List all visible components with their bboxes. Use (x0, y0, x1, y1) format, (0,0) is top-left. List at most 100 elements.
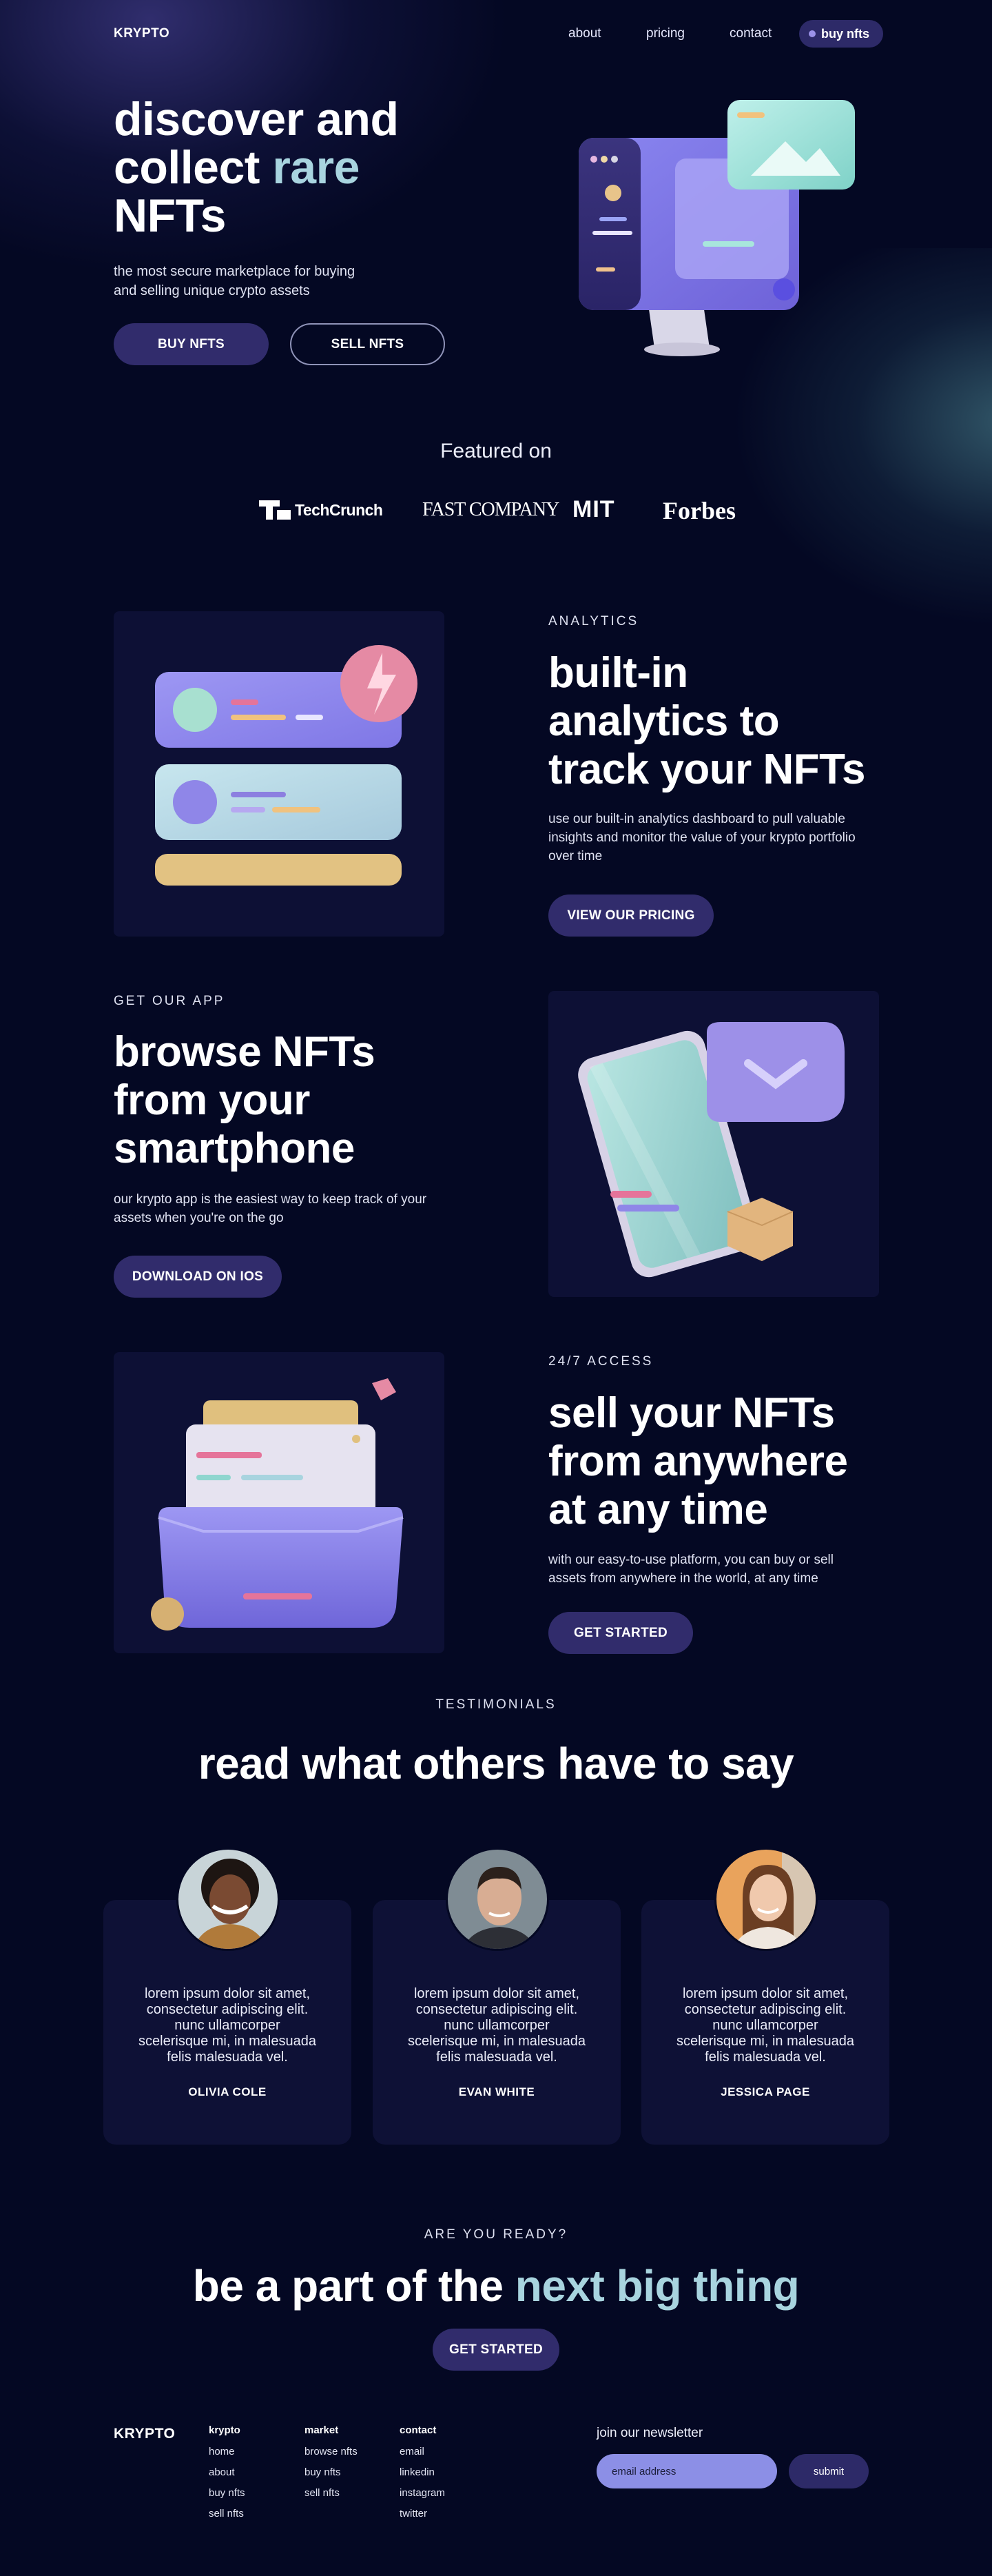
hero-title-text: collect (114, 141, 273, 194)
analytics-body-line: over time (548, 849, 603, 863)
person-avatar-icon (178, 1850, 278, 1949)
footer-link-sell-nfts[interactable]: sell nfts (209, 2508, 245, 2519)
testimonials-eyebrow: TESTIMONIALS (435, 1697, 557, 1712)
hero-title-line: NFTs (114, 190, 226, 242)
person-avatar-icon (448, 1850, 547, 1949)
app-title-line: from your (114, 1076, 310, 1124)
access-title: sell your NFTs from anywhere at any time (548, 1389, 848, 1534)
testimonial-text: lorem ipsum dolor sit amet, consectetur … (641, 1986, 889, 2065)
testimonial-text-line: felis malesuada vel. (436, 2049, 557, 2065)
nav-logo[interactable]: KRYPTO (114, 26, 169, 41)
footer-column-heading: contact (400, 2424, 437, 2436)
testimonial-name: OLIVIA COLE (188, 2085, 267, 2098)
analytics-eyebrow: ANALYTICS (548, 614, 639, 628)
analytics-body-line: use our built-in analytics dashboard to … (548, 812, 845, 826)
nav-buy-nfts-label: buy nfts (821, 26, 869, 41)
hero-subtitle-line: the most secure marketplace for buying (114, 264, 355, 279)
access-title-line: sell your NFTs (548, 1389, 835, 1437)
footer-link-email[interactable]: email (400, 2446, 445, 2457)
nav-buy-nfts-button[interactable]: buy nfts (799, 20, 883, 48)
testimonial-text-line: consectetur adipiscing elit. (415, 2002, 578, 2017)
nav-link-contact[interactable]: contact (730, 26, 772, 41)
hero-title-line: collect rare (114, 143, 399, 192)
app-eyebrow: GET OUR APP (114, 994, 225, 1008)
person-avatar-icon (716, 1850, 816, 1949)
footer-column-contact: contact email linkedin instagram twitter (400, 2424, 445, 2519)
cta-title-accent: next big thing (515, 2261, 800, 2311)
footer-link-buy-nfts[interactable]: buy nfts (304, 2466, 358, 2478)
testimonial-text-line: nunc ullamcorper (174, 2018, 280, 2033)
footer-logo[interactable]: KRYPTO (114, 2426, 175, 2442)
view-pricing-button[interactable]: VIEW OUR PRICING (548, 895, 714, 937)
analytics-cards-illustration (155, 645, 417, 886)
app-title-line: browse NFTs (114, 1028, 375, 1076)
access-title-line: at any time (548, 1486, 768, 1533)
cta-eyebrow: ARE YOU READY? (424, 2227, 568, 2242)
footer-link-browse-nfts[interactable]: browse nfts (304, 2446, 358, 2457)
footer-link-sell-nfts[interactable]: sell nfts (304, 2487, 358, 2499)
smartphone-illustration (548, 991, 879, 1297)
hero-title-accent: rare (272, 141, 360, 194)
testimonial-text-line: scelerisque mi, in malesuada (138, 2034, 316, 2049)
testimonials-title: read what others have to say (198, 1739, 794, 1788)
app-title: browse NFTs from your smartphone (114, 1028, 375, 1173)
access-eyebrow: 24/7 ACCESS (548, 1354, 654, 1369)
techcrunch-logo: TechCrunch (259, 500, 383, 520)
footer-column-krypto: krypto home about buy nfts sell nfts (209, 2424, 245, 2519)
testimonial-text-line: scelerisque mi, in malesuada (408, 2034, 586, 2049)
computer-illustration (579, 100, 855, 356)
hero-subtitle: the most secure marketplace for buying a… (114, 262, 355, 300)
analytics-illustration (114, 611, 444, 937)
testimonial-text-line: lorem ipsum dolor sit amet, (144, 1986, 311, 2001)
newsletter-email-input[interactable] (597, 2454, 777, 2488)
testimonial-text-line: nunc ullamcorper (712, 2018, 818, 2033)
download-ios-button[interactable]: DOWNLOAD ON IOS (114, 1256, 282, 1298)
newsletter-heading: join our newsletter (597, 2426, 703, 2440)
analytics-title: built-in analytics to track your NFTs (548, 649, 865, 794)
testimonial-text-line: scelerisque mi, in malesuada (676, 2034, 854, 2049)
testimonial-text-line: nunc ullamcorper (444, 2018, 550, 2033)
cta-get-started-button[interactable]: GET STARTED (433, 2329, 559, 2371)
get-started-button[interactable]: GET STARTED (548, 1612, 693, 1654)
analytics-title-line: track your NFTs (548, 746, 865, 793)
analytics-title-line: analytics to (548, 697, 780, 745)
footer-link-buy-nfts[interactable]: buy nfts (209, 2487, 245, 2499)
avatar (714, 1848, 818, 1951)
footer-link-linkedin[interactable]: linkedin (400, 2466, 445, 2478)
footer-link-about[interactable]: about (209, 2466, 245, 2478)
footer-link-instagram[interactable]: instagram (400, 2487, 445, 2499)
testimonial-text-line: lorem ipsum dolor sit amet, (682, 1986, 849, 2001)
nav-link-about[interactable]: about (568, 26, 601, 41)
analytics-body: use our built-in analytics dashboard to … (548, 810, 856, 866)
newsletter-submit-button[interactable]: submit (789, 2454, 869, 2488)
hero-title-line: discover and (114, 93, 399, 145)
footer-link-home[interactable]: home (209, 2446, 245, 2457)
avatar (176, 1848, 280, 1951)
access-body-line: with our easy-to-use platform, you can b… (548, 1553, 834, 1567)
phone-chat-illustration (578, 1022, 845, 1278)
access-body: with our easy-to-use platform, you can b… (548, 1551, 834, 1588)
techcrunch-text: TechCrunch (295, 500, 383, 519)
hero-title: discover and collect rare NFTs (114, 95, 399, 240)
access-body-line: assets from anywhere in the world, at an… (548, 1571, 818, 1586)
app-body-line: assets when you're on the go (114, 1211, 284, 1225)
testimonial-text-line: consectetur adipiscing elit. (146, 2002, 309, 2017)
footer-link-twitter[interactable]: twitter (400, 2508, 445, 2519)
sell-nfts-button[interactable]: SELL NFTS (290, 323, 445, 365)
techcrunch-icon (259, 500, 291, 520)
fast-company-logo: FAST COMPANY (422, 499, 559, 520)
featured-heading: Featured on (440, 440, 552, 462)
analytics-body-line: insights and monitor the value of your k… (548, 830, 856, 845)
nav-link-pricing[interactable]: pricing (646, 26, 685, 41)
testimonial-text-line: felis malesuada vel. (167, 2049, 288, 2065)
dot-icon (809, 30, 816, 37)
mit-logo: MIT (572, 496, 615, 522)
testimonial-name: EVAN WHITE (458, 2085, 535, 2098)
hero-subtitle-line: and selling unique crypto assets (114, 283, 310, 298)
testimonial-text: lorem ipsum dolor sit amet, consectetur … (373, 1986, 621, 2065)
cta-title-text: be a part of the (192, 2261, 515, 2311)
avatar (446, 1848, 549, 1951)
app-body: our krypto app is the easiest way to kee… (114, 1190, 426, 1227)
access-title-line: from anywhere (548, 1438, 848, 1485)
buy-nfts-button[interactable]: BUY NFTS (114, 323, 269, 365)
